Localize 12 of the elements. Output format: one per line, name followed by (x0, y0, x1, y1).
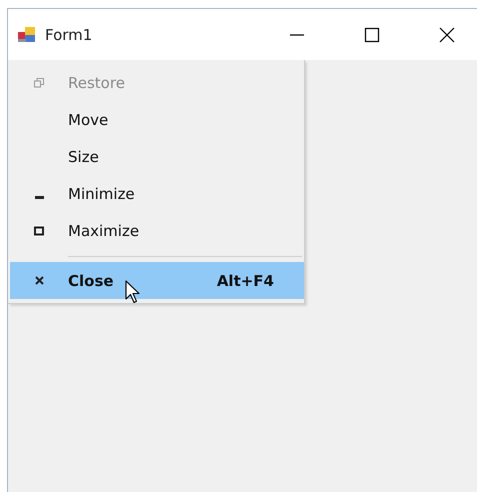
close-icon (34, 276, 44, 285)
minimize-icon (34, 196, 44, 198)
close-icon[interactable] (437, 24, 457, 44)
mouse-cursor-icon (125, 280, 141, 305)
app-icon (18, 26, 36, 42)
menu-item[interactable]: Minimize (10, 175, 304, 212)
restore-icon (34, 78, 44, 88)
window-title: Form1 (45, 26, 92, 44)
menu-item[interactable]: Size (10, 138, 304, 175)
menu-item[interactable]: Move (10, 101, 304, 138)
menu-item[interactable]: Maximize (10, 212, 304, 249)
maximize-icon (34, 226, 44, 236)
